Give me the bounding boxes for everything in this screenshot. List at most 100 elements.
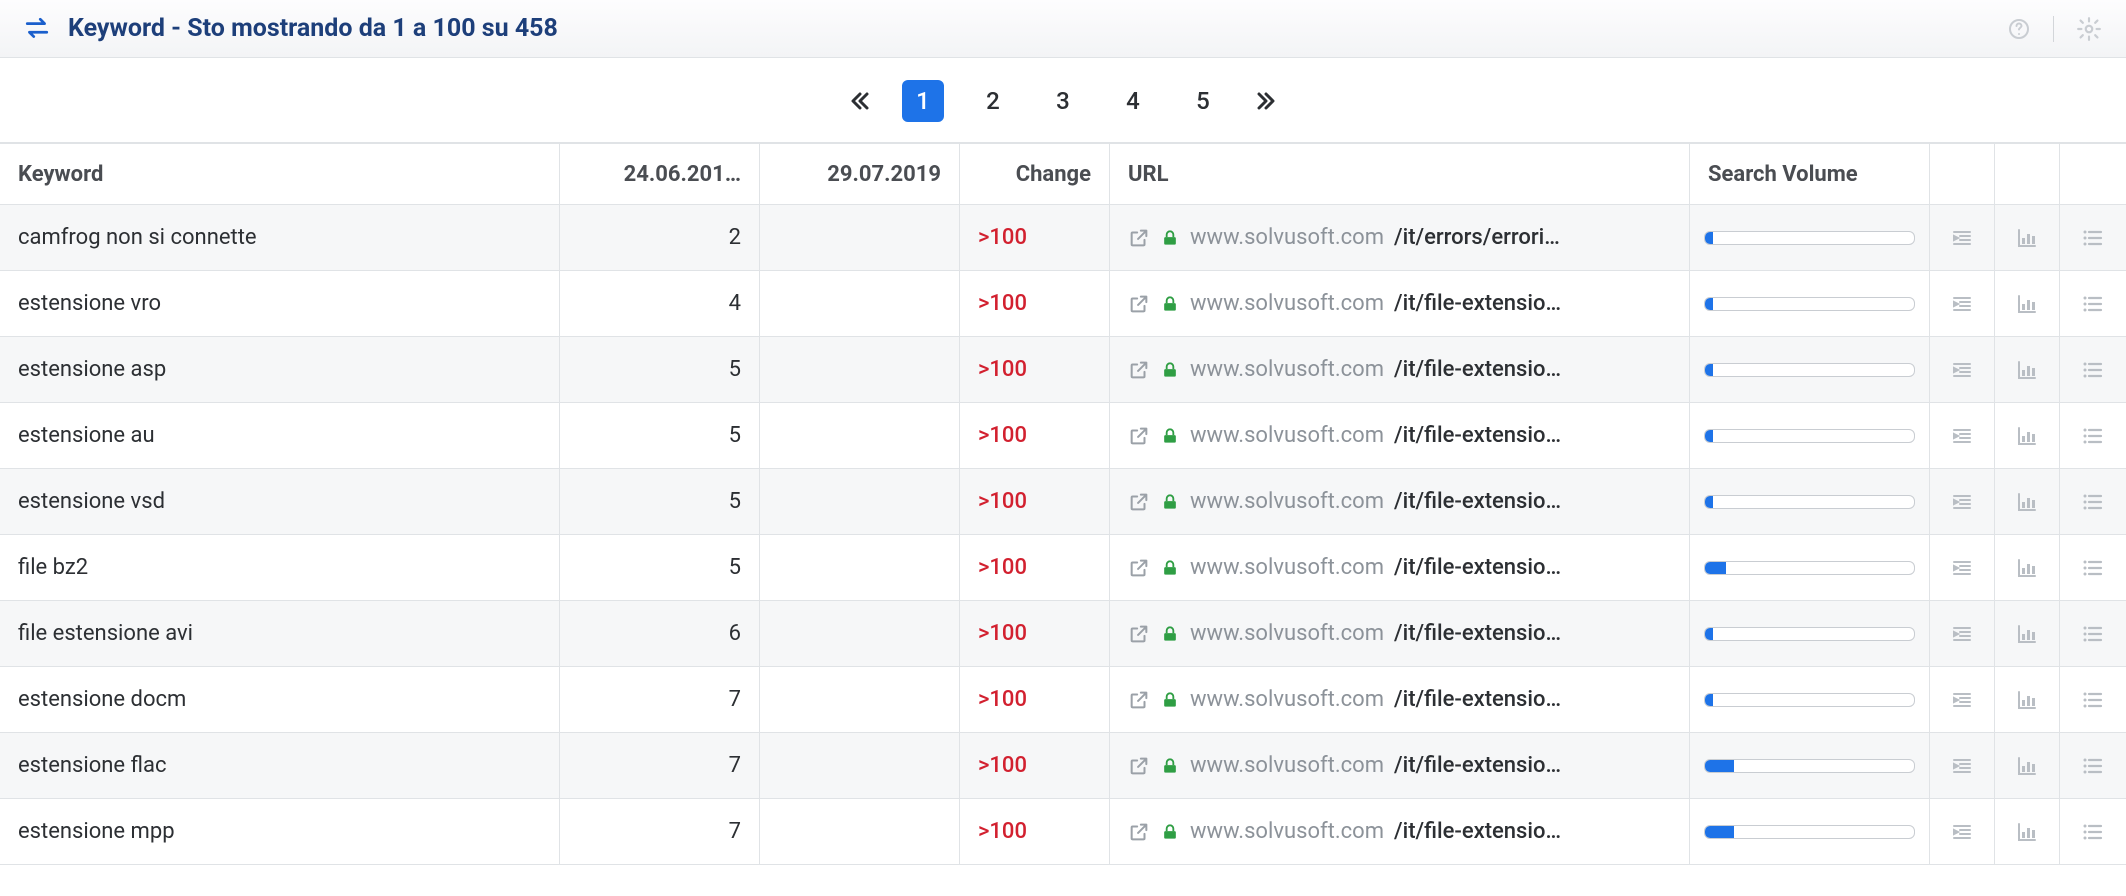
cell-keyword[interactable]: estensione asp xyxy=(0,337,560,402)
col-action1 xyxy=(1930,144,1995,204)
row-action-list[interactable] xyxy=(2060,403,2126,468)
row-action-list[interactable] xyxy=(2060,667,2126,732)
page-2[interactable]: 2 xyxy=(972,80,1014,122)
external-link-icon[interactable] xyxy=(1128,359,1150,381)
row-action-list[interactable] xyxy=(2060,271,2126,336)
row-action-chart[interactable] xyxy=(1995,337,2060,402)
row-action-chart[interactable] xyxy=(1995,469,2060,534)
row-action-chart[interactable] xyxy=(1995,667,2060,732)
col-volume[interactable]: Search Volume xyxy=(1690,144,1930,204)
cell-volume xyxy=(1690,271,1930,336)
col-keyword[interactable]: Keyword xyxy=(0,144,560,204)
cell-date1: 5 xyxy=(560,337,760,402)
cell-url[interactable]: www.solvusoft.com/it/errors/errori… xyxy=(1110,205,1690,270)
cell-url[interactable]: www.solvusoft.com/it/file-extensio… xyxy=(1110,799,1690,864)
cell-change: >100 xyxy=(960,667,1110,732)
row-action-serp[interactable] xyxy=(1930,667,1995,732)
cell-url[interactable]: www.solvusoft.com/it/file-extensio… xyxy=(1110,601,1690,666)
volume-bar xyxy=(1704,297,1915,311)
external-link-icon[interactable] xyxy=(1128,491,1150,513)
cell-url[interactable]: www.solvusoft.com/it/file-extensio… xyxy=(1110,403,1690,468)
col-date2[interactable]: 29.07.2019 xyxy=(760,144,960,204)
cell-keyword[interactable]: estensione flac xyxy=(0,733,560,798)
row-action-chart[interactable] xyxy=(1995,601,2060,666)
external-link-icon[interactable] xyxy=(1128,689,1150,711)
col-action3 xyxy=(2060,144,2126,204)
cell-volume xyxy=(1690,535,1930,600)
external-link-icon[interactable] xyxy=(1128,425,1150,447)
external-link-icon[interactable] xyxy=(1128,755,1150,777)
first-page-icon[interactable] xyxy=(850,89,874,113)
col-change[interactable]: Change xyxy=(960,144,1110,204)
row-action-list[interactable] xyxy=(2060,799,2126,864)
external-link-icon[interactable] xyxy=(1128,293,1150,315)
cell-change: >100 xyxy=(960,733,1110,798)
col-date1[interactable]: 24.06.201… xyxy=(560,144,760,204)
row-action-serp[interactable] xyxy=(1930,799,1995,864)
row-action-serp[interactable] xyxy=(1930,601,1995,666)
cell-url[interactable]: www.solvusoft.com/it/file-extensio… xyxy=(1110,337,1690,402)
external-link-icon[interactable] xyxy=(1128,557,1150,579)
cell-keyword[interactable]: estensione vro xyxy=(0,271,560,336)
table-row: camfrog non si connette 2 >100 www.solvu… xyxy=(0,205,2126,271)
cell-keyword[interactable]: file estensione avi xyxy=(0,601,560,666)
row-action-chart[interactable] xyxy=(1995,733,2060,798)
row-action-chart[interactable] xyxy=(1995,205,2060,270)
cell-date2 xyxy=(760,403,960,468)
row-action-chart[interactable] xyxy=(1995,535,2060,600)
cell-url[interactable]: www.solvusoft.com/it/file-extensio… xyxy=(1110,535,1690,600)
cell-url[interactable]: www.solvusoft.com/it/file-extensio… xyxy=(1110,667,1690,732)
url-path: /it/file-extensio… xyxy=(1394,489,1561,514)
row-action-serp[interactable] xyxy=(1930,733,1995,798)
row-action-serp[interactable] xyxy=(1930,337,1995,402)
volume-bar xyxy=(1704,825,1915,839)
cell-url[interactable]: www.solvusoft.com/it/file-extensio… xyxy=(1110,469,1690,534)
cell-url[interactable]: www.solvusoft.com/it/file-extensio… xyxy=(1110,271,1690,336)
cell-date1: 6 xyxy=(560,601,760,666)
row-action-list[interactable] xyxy=(2060,601,2126,666)
row-action-chart[interactable] xyxy=(1995,799,2060,864)
page-1[interactable]: 1 xyxy=(902,80,944,122)
url-path: /it/file-extensio… xyxy=(1394,819,1561,844)
cell-date1: 5 xyxy=(560,469,760,534)
url-domain: www.solvusoft.com xyxy=(1190,621,1384,646)
external-link-icon[interactable] xyxy=(1128,821,1150,843)
url-domain: www.solvusoft.com xyxy=(1190,489,1384,514)
row-action-serp[interactable] xyxy=(1930,469,1995,534)
cell-change: >100 xyxy=(960,799,1110,864)
page-4[interactable]: 4 xyxy=(1112,80,1154,122)
cell-keyword[interactable]: estensione docm xyxy=(0,667,560,732)
cell-keyword[interactable]: estensione mpp xyxy=(0,799,560,864)
row-action-serp[interactable] xyxy=(1930,271,1995,336)
last-page-icon[interactable] xyxy=(1252,89,1276,113)
row-action-list[interactable] xyxy=(2060,733,2126,798)
row-action-chart[interactable] xyxy=(1995,271,2060,336)
table-header: Keyword 24.06.201… 29.07.2019 Change URL… xyxy=(0,143,2126,205)
row-action-list[interactable] xyxy=(2060,535,2126,600)
page-5[interactable]: 5 xyxy=(1182,80,1224,122)
cell-volume xyxy=(1690,469,1930,534)
col-url[interactable]: URL xyxy=(1110,144,1690,204)
page-3[interactable]: 3 xyxy=(1042,80,1084,122)
row-action-list[interactable] xyxy=(2060,337,2126,402)
url-domain: www.solvusoft.com xyxy=(1190,423,1384,448)
help-icon[interactable] xyxy=(2007,17,2031,41)
cell-date1: 5 xyxy=(560,403,760,468)
cell-keyword[interactable]: estensione au xyxy=(0,403,560,468)
external-link-icon[interactable] xyxy=(1128,227,1150,249)
swap-icon[interactable] xyxy=(24,16,50,42)
cell-date1: 2 xyxy=(560,205,760,270)
row-action-list[interactable] xyxy=(2060,205,2126,270)
external-link-icon[interactable] xyxy=(1128,623,1150,645)
row-action-serp[interactable] xyxy=(1930,205,1995,270)
cell-volume xyxy=(1690,799,1930,864)
cell-keyword[interactable]: file bz2 xyxy=(0,535,560,600)
cell-url[interactable]: www.solvusoft.com/it/file-extensio… xyxy=(1110,733,1690,798)
row-action-serp[interactable] xyxy=(1930,535,1995,600)
row-action-serp[interactable] xyxy=(1930,403,1995,468)
cell-keyword[interactable]: camfrog non si connette xyxy=(0,205,560,270)
cell-keyword[interactable]: estensione vsd xyxy=(0,469,560,534)
row-action-chart[interactable] xyxy=(1995,403,2060,468)
row-action-list[interactable] xyxy=(2060,469,2126,534)
settings-icon[interactable] xyxy=(2076,16,2102,42)
